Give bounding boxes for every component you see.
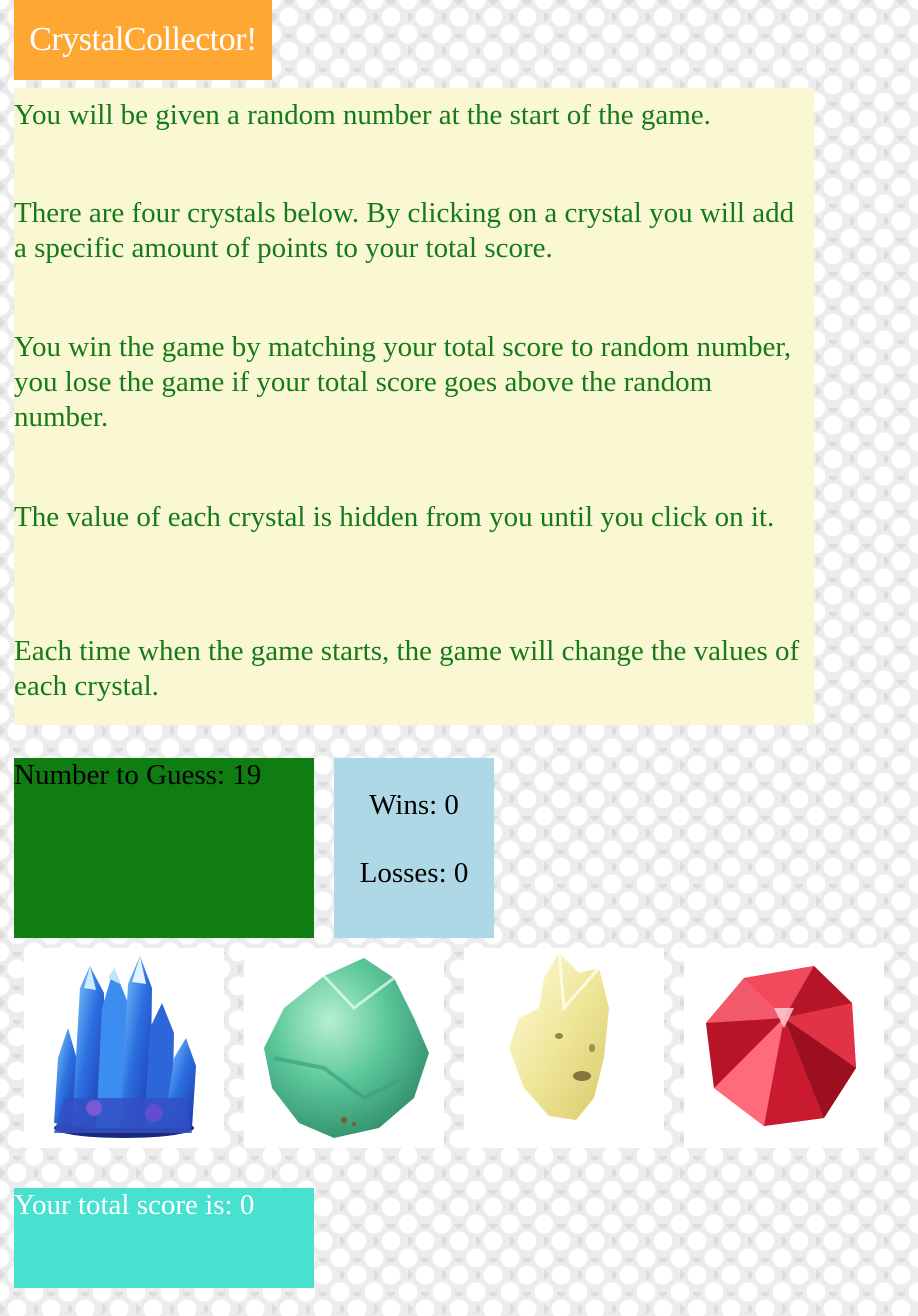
instruction-text: You will be given a random number at the… xyxy=(14,99,711,131)
red-crystal-icon xyxy=(706,966,856,1126)
game-title: CrystalCollector! xyxy=(14,0,272,80)
blue-crystal-button[interactable] xyxy=(24,948,224,1148)
blue-crystal-icon xyxy=(54,956,196,1138)
number-to-guess-label: Number to Guess: 19 xyxy=(14,759,262,791)
yellow-crystal-button[interactable] xyxy=(464,948,664,1148)
number-to-guess-box: Number to Guess: 19 xyxy=(14,758,314,938)
total-score-label: Your total score is: 0 xyxy=(14,1189,255,1221)
green-crystal-button[interactable] xyxy=(244,948,444,1148)
green-crystal-icon xyxy=(264,958,429,1138)
stats-box: Wins: 0 Losses: 0 xyxy=(334,758,494,938)
instructions-panel: You will be given a random number at the… xyxy=(14,88,814,725)
wins-counter: Wins: 0 xyxy=(369,789,459,821)
losses-counter: Losses: 0 xyxy=(359,857,469,889)
instruction-text: There are four crystals below. By clicki… xyxy=(14,197,795,264)
red-crystal-button[interactable] xyxy=(684,948,884,1148)
instruction-text: Each time when the game starts, the game… xyxy=(14,635,800,702)
yellow-crystal-icon xyxy=(509,952,609,1120)
instruction-text: You win the game by matching your total … xyxy=(14,331,792,433)
total-score-box: Your total score is: 0 xyxy=(14,1188,314,1288)
instruction-text: The value of each crystal is hidden from… xyxy=(14,501,775,533)
